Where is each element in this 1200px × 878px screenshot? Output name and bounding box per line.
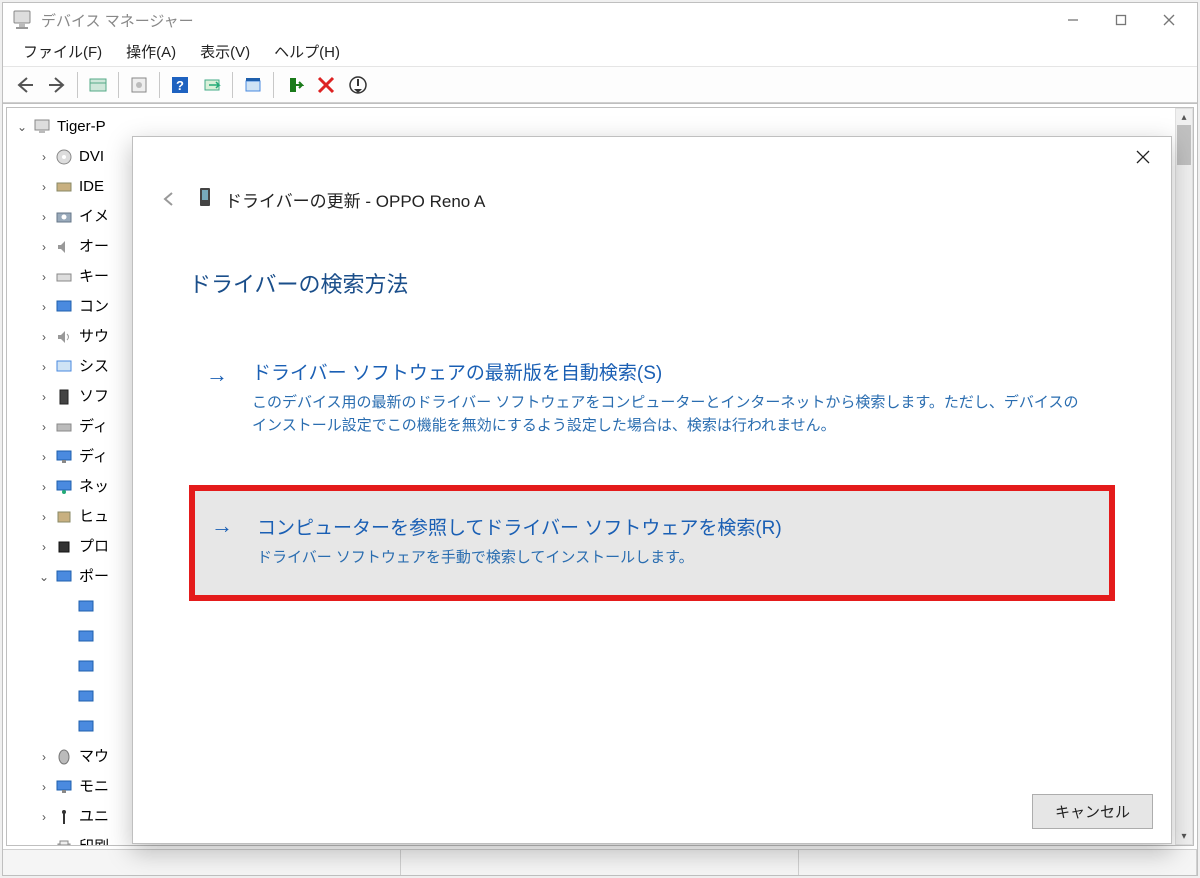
tree-item-label: オー: [79, 233, 109, 261]
show-hidden-icon[interactable]: [84, 71, 112, 99]
option-auto-search[interactable]: → ドライバー ソフトウェアの最新版を自動検索(S) このデバイス用の最新のドラ…: [189, 339, 1115, 459]
tree-item-label: ポー: [79, 563, 109, 591]
option-browse-computer[interactable]: → コンピューターを参照してドライバー ソフトウェアを検索(R) ドライバー ソ…: [189, 485, 1115, 601]
svg-text:?: ?: [176, 78, 184, 93]
tree-item-label: ユニ: [79, 803, 109, 831]
tree-item-label: ディ: [79, 443, 108, 471]
menu-action[interactable]: 操作(A): [114, 37, 188, 66]
network-icon: [53, 476, 75, 498]
window-title: デバイス マネージャー: [41, 10, 194, 31]
properties-icon[interactable]: [125, 71, 153, 99]
tree-item-label: サウ: [79, 323, 109, 351]
tree-item-label: マウ: [79, 743, 109, 771]
back-icon[interactable]: [11, 71, 39, 99]
option-description: このデバイス用の最新のドライバー ソフトウェアをコンピューターとインターネットか…: [252, 391, 1092, 438]
menubar: ファイル(F) 操作(A) 表示(V) ヘルプ(H): [3, 37, 1197, 67]
cancel-button[interactable]: キャンセル: [1032, 794, 1153, 829]
tree-root-label: Tiger-P: [57, 113, 106, 141]
sound-icon: [53, 326, 75, 348]
printer-icon: [53, 836, 75, 846]
scrollbar-thumb[interactable]: [1177, 125, 1191, 165]
arrow-right-icon: →: [211, 513, 233, 539]
dvd-icon: [53, 146, 75, 168]
maximize-button[interactable]: [1097, 5, 1145, 35]
port-icon: [75, 686, 97, 708]
option-title: コンピューターを参照してドライバー ソフトウェアを検索(R): [257, 513, 1087, 540]
disk-icon: [53, 416, 75, 438]
usb-icon: [53, 806, 75, 828]
computer-icon: [31, 116, 53, 138]
option-title: ドライバー ソフトウェアの最新版を自動検索(S): [252, 358, 1092, 385]
ports-icon: [53, 566, 75, 588]
dialog-header: ドライバーの更新 - OPPO Reno A: [133, 177, 1171, 221]
tree-item-label: ソフ: [79, 383, 109, 411]
status-bar: [3, 849, 1197, 875]
toolbar: ?: [3, 67, 1197, 103]
tree-item-label: ネッ: [79, 473, 109, 501]
dialog-close-button[interactable]: [1119, 139, 1167, 175]
scrollbar-vertical[interactable]: ▴ ▾: [1175, 108, 1193, 845]
dialog-heading: ドライバーの検索方法: [189, 267, 1115, 299]
processor-icon: [53, 536, 75, 558]
tree-item-label: ヒュ: [79, 503, 109, 531]
dialog-back-icon[interactable]: [155, 190, 183, 208]
hid-icon: [53, 506, 75, 528]
tree-item-label: モニ: [79, 773, 109, 801]
software-device-icon: [53, 386, 75, 408]
mouse-icon: [53, 746, 75, 768]
menu-file[interactable]: ファイル(F): [11, 37, 114, 66]
system-icon: [53, 356, 75, 378]
port-icon: [75, 656, 97, 678]
port-icon: [75, 596, 97, 618]
menu-view[interactable]: 表示(V): [188, 37, 262, 66]
imaging-icon: [53, 206, 75, 228]
tree-item-label: イメ: [79, 203, 109, 231]
dialog-title: ドライバーの更新 - OPPO Reno A: [225, 187, 485, 212]
tree-item-label: シス: [79, 353, 109, 381]
ide-icon: [53, 176, 75, 198]
scan-hardware-icon[interactable]: [198, 71, 226, 99]
help-icon[interactable]: ?: [166, 71, 194, 99]
scroll-up-icon[interactable]: ▴: [1176, 109, 1192, 125]
scroll-down-icon[interactable]: ▾: [1176, 828, 1192, 844]
device-icon: [197, 187, 213, 212]
tree-item-label: DVI: [79, 143, 104, 171]
display-icon: [53, 446, 75, 468]
app-icon: [11, 9, 33, 31]
port-icon: [75, 626, 97, 648]
minimize-button[interactable]: [1049, 5, 1097, 35]
option-description: ドライバー ソフトウェアを手動で検索してインストールします。: [257, 546, 1087, 569]
titlebar: デバイス マネージャー: [3, 3, 1197, 37]
tree-item-label: キー: [79, 263, 109, 291]
tree-item-label: IDE: [79, 173, 104, 201]
computer-icon: [53, 296, 75, 318]
tree-item-label: コン: [79, 293, 109, 321]
arrow-right-icon: →: [206, 362, 228, 388]
enable-device-icon[interactable]: [280, 71, 308, 99]
tree-item-label: プロ: [79, 533, 109, 561]
uninstall-device-icon[interactable]: [312, 71, 340, 99]
close-button[interactable]: [1145, 5, 1193, 35]
tree-item-label: ディ: [79, 413, 108, 441]
keyboard-icon: [53, 266, 75, 288]
menu-help[interactable]: ヘルプ(H): [262, 37, 352, 66]
monitor-icon: [53, 776, 75, 798]
audio-icon: [53, 236, 75, 258]
forward-icon[interactable]: [43, 71, 71, 99]
driver-update-dialog: ドライバーの更新 - OPPO Reno A ドライバーの検索方法 → ドライバ…: [132, 136, 1172, 844]
port-icon: [75, 716, 97, 738]
tree-item-label: 印刷: [79, 833, 109, 846]
update-driver-icon[interactable]: [239, 71, 267, 99]
disable-device-icon[interactable]: [344, 71, 372, 99]
